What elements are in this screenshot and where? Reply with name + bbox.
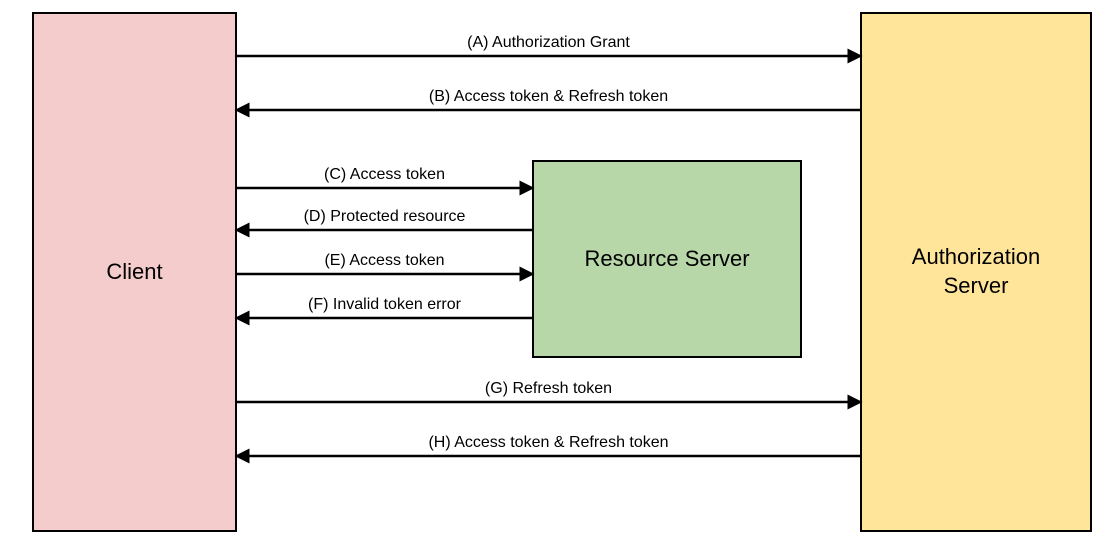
arrow-label-h: (H) Access token & Refresh token (428, 434, 668, 452)
arrow-label-g: (G) Refresh token (485, 380, 612, 398)
arrow-label-a: (A) Authorization Grant (467, 34, 630, 52)
client-node: Client (32, 12, 237, 532)
diagram-canvas: Client Resource Server AuthorizationServ… (0, 0, 1120, 543)
resource-label: Resource Server (584, 245, 749, 274)
arrow-label-f: (F) Invalid token error (308, 296, 461, 314)
resource-server-node: Resource Server (532, 160, 802, 358)
auth-label: AuthorizationServer (912, 243, 1040, 300)
arrow-label-e: (E) Access token (324, 252, 444, 270)
arrow-label-b: (B) Access token & Refresh token (429, 88, 668, 106)
client-label: Client (106, 258, 162, 287)
arrow-label-d: (D) Protected resource (304, 208, 466, 226)
arrow-label-c: (C) Access token (324, 166, 445, 184)
authorization-server-node: AuthorizationServer (860, 12, 1092, 532)
